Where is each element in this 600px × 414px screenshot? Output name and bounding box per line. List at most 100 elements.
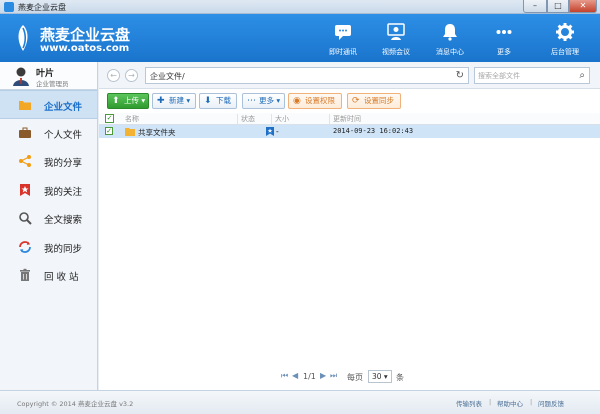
instant-messaging-label: 即时通讯	[329, 48, 357, 56]
window-title: 燕麦企业云盘	[18, 3, 66, 12]
current-path: 企业文件/	[150, 72, 185, 81]
gear-icon	[556, 23, 574, 41]
bookmark-icon	[20, 183, 30, 196]
per-page-select[interactable]: 30 ▾	[368, 370, 392, 383]
download-label: 下载	[216, 96, 231, 105]
maximize-button[interactable]: □	[547, 0, 569, 13]
sidebar-item-label: 我的分享	[44, 158, 83, 169]
oatos-logo-icon	[18, 25, 28, 51]
row-size: -	[276, 127, 279, 136]
back-button[interactable]: ←	[107, 69, 120, 82]
search-icon[interactable]: ⌕	[579, 70, 585, 81]
row-checkbox[interactable]: ✓	[105, 127, 113, 135]
search-input[interactable]	[478, 70, 570, 81]
row-updated: 2014-09-23 16:02:43	[333, 127, 414, 135]
sidebar-item-full-text-search[interactable]: 全文搜索	[0, 204, 97, 233]
new-button[interactable]: ✚ 新建 ▾	[152, 93, 196, 109]
enterprise-files-icon	[19, 101, 31, 110]
more-actions-button[interactable]: ⋯ 更多 ▾	[242, 93, 285, 109]
sidebar-item-personal-files[interactable]: 个人文件	[0, 119, 97, 148]
instant-messaging-button[interactable]: 即时通讯	[318, 18, 368, 60]
sidebar-item-my-shares[interactable]: 我的分享	[0, 147, 97, 176]
toolbar: ⬆ 上传 ▾ ✚ 新建 ▾ ⬇ 下载 ⋯ 更多 ▾ ◉ 设置权限 ⟳ 设置同步	[99, 89, 600, 111]
more-actions-label: 更多	[259, 96, 274, 105]
more-label: 更多	[497, 48, 511, 56]
more-button[interactable]: 更多	[479, 18, 529, 60]
sidebar-item-label: 我的关注	[44, 186, 83, 198]
app-icon	[4, 2, 14, 12]
video-conference-button[interactable]: 视频会议	[371, 18, 421, 60]
link-divider: |	[489, 398, 492, 406]
avatar	[13, 67, 29, 86]
address-bar: ← → 企业文件/ ↻ ⌕	[99, 62, 600, 89]
shared-bookmark-icon	[266, 127, 274, 136]
sync-icon	[19, 240, 31, 253]
bell-icon	[443, 24, 457, 41]
table-row[interactable]: ✓ 共享文件夹 - 2014-09-23 16:02:43	[99, 125, 600, 138]
video-conference-label: 视频会议	[382, 48, 410, 56]
column-name[interactable]: 名称	[125, 114, 139, 124]
minimize-button[interactable]: –	[523, 0, 547, 13]
help-center-link[interactable]: 帮助中心	[497, 398, 523, 408]
sidebar-item-label: 个人文件	[44, 129, 83, 141]
next-page-icon[interactable]: ▶	[320, 371, 326, 380]
column-updated[interactable]: 更新时间	[333, 114, 361, 124]
select-all-checkbox[interactable]: ✓	[105, 114, 114, 123]
path-box[interactable]: 企业文件/ ↻	[145, 67, 469, 84]
prev-page-icon[interactable]: ◀	[292, 371, 298, 380]
user-panel[interactable]: 叶片 企业管理员	[0, 62, 97, 90]
transfer-list-link[interactable]: 传输列表	[456, 398, 482, 408]
per-page-unit: 条	[396, 373, 404, 382]
permission-icon: ◉	[293, 96, 301, 106]
brand-name: 燕麦企业云盘	[40, 26, 131, 44]
sidebar-item-label: 全文搜索	[44, 215, 83, 226]
sidebar-item-my-follows[interactable]: 我的关注	[0, 176, 97, 205]
per-page-label: 每页	[347, 373, 363, 382]
refresh-icon[interactable]: ↻	[456, 70, 464, 81]
user-role: 企业管理员	[36, 80, 69, 88]
sidebar-item-my-sync[interactable]: 我的同步	[0, 233, 97, 262]
first-page-icon[interactable]: ⏮	[281, 371, 288, 381]
column-divider	[237, 114, 238, 124]
close-button[interactable]: ✕	[569, 0, 597, 13]
sidebar: 叶片 企业管理员 企业文件 个人文件 我的分享 我的关注 全文搜索 我的同步 回…	[0, 62, 98, 390]
message-center-button[interactable]: 消息中心	[425, 18, 475, 60]
page-indicator: 1/1	[303, 372, 316, 381]
column-divider	[329, 114, 330, 124]
set-permission-button[interactable]: ◉ 设置权限	[288, 93, 342, 109]
title-bar: 燕麦企业云盘 – □ ✕	[0, 0, 600, 14]
table-header: ✓ 名称 状态 大小 更新时间	[99, 113, 600, 125]
search-box: ⌕	[474, 67, 590, 84]
row-name: 共享文件夹	[138, 128, 176, 137]
new-label: 新建	[169, 96, 184, 105]
download-icon: ⬇	[204, 96, 212, 106]
ellipsis-icon: ⋯	[247, 96, 256, 106]
video-conference-icon	[387, 23, 405, 40]
upload-label: 上传	[124, 96, 139, 105]
magnifier-icon	[19, 212, 32, 225]
per-page-value: 30	[372, 372, 382, 381]
main-panel: ← → 企业文件/ ↻ ⌕ ⬆ 上传 ▾ ✚ 新建 ▾ ⬇ 下载 ⋯ 更多 ▾ …	[99, 62, 600, 390]
column-status[interactable]: 状态	[241, 114, 255, 124]
brand-url: www.oatos.com	[40, 43, 130, 54]
admin-console-label: 后台管理	[551, 48, 579, 56]
sidebar-item-label: 回 收 站	[44, 272, 79, 283]
sidebar-item-enterprise-files[interactable]: 企业文件	[0, 90, 97, 119]
forward-button[interactable]: →	[125, 69, 138, 82]
sync-setting-icon: ⟳	[352, 96, 360, 106]
upload-button[interactable]: ⬆ 上传 ▾	[107, 93, 149, 109]
chat-icon	[335, 25, 351, 40]
copyright: Copyright © 2014 燕麦企业云盘 v3.2	[17, 400, 134, 408]
download-button[interactable]: ⬇ 下载	[199, 93, 237, 109]
set-sync-button[interactable]: ⟳ 设置同步	[347, 93, 401, 109]
last-page-icon[interactable]: ⏭	[330, 371, 337, 381]
link-divider: |	[530, 398, 533, 406]
feedback-link[interactable]: 问题反馈	[538, 398, 564, 408]
status-bar: Copyright © 2014 燕麦企业云盘 v3.2 传输列表 | 帮助中心…	[0, 390, 600, 414]
more-dots-icon	[496, 30, 512, 34]
admin-console-button[interactable]: 后台管理	[540, 18, 590, 60]
briefcase-icon	[19, 127, 31, 138]
trash-icon	[20, 268, 30, 281]
column-size[interactable]: 大小	[275, 114, 289, 124]
sidebar-item-recycle-bin[interactable]: 回 收 站	[0, 261, 97, 290]
